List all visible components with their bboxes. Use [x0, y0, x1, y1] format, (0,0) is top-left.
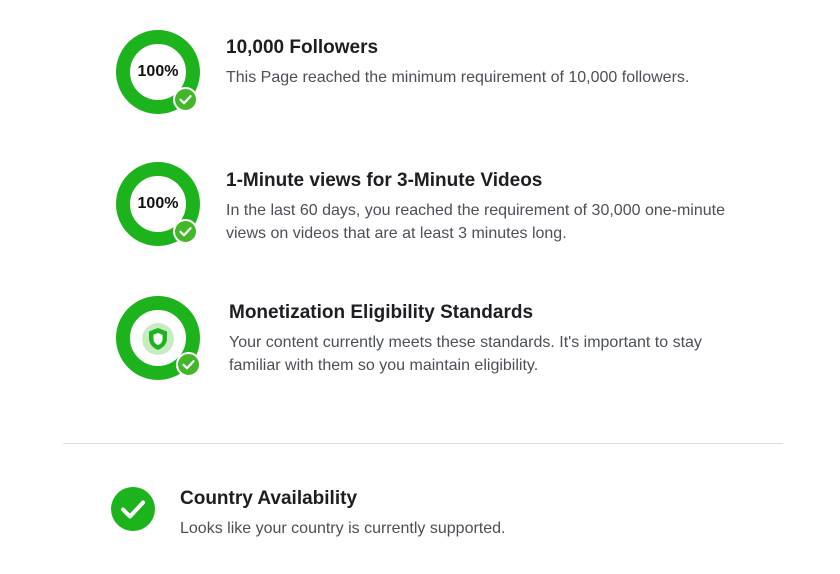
- check-circle-icon: [176, 352, 201, 377]
- requirement-description: Your content currently meets these stand…: [229, 334, 702, 374]
- requirement-description: In the last 60 days, you reached the req…: [226, 202, 725, 242]
- country-description: Looks like your country is currently sup…: [180, 520, 506, 537]
- requirement-title: 1-Minute views for 3-Minute Videos: [226, 170, 543, 191]
- shield-icon: [141, 322, 175, 356]
- check-circle-icon: [110, 486, 156, 532]
- requirement-title: 10,000 Followers: [226, 37, 379, 58]
- requirement-eligibility-standards: Monetization Eligibility Standards Your …: [0, 275, 840, 415]
- country-title: Country Availability: [180, 488, 358, 509]
- country-availability: Country Availability Looks like your cou…: [0, 444, 840, 574]
- requirement-video-views: 100% 1-Minute views for 3-Minute Videos …: [0, 140, 840, 275]
- requirement-title: Monetization Eligibility Standards: [229, 302, 534, 323]
- requirement-description: This Page reached the minimum requiremen…: [226, 69, 690, 86]
- check-circle-icon: [173, 87, 198, 112]
- requirement-followers: 100% 10,000 Followers This Page reached …: [0, 0, 840, 140]
- check-circle-icon: [173, 219, 198, 244]
